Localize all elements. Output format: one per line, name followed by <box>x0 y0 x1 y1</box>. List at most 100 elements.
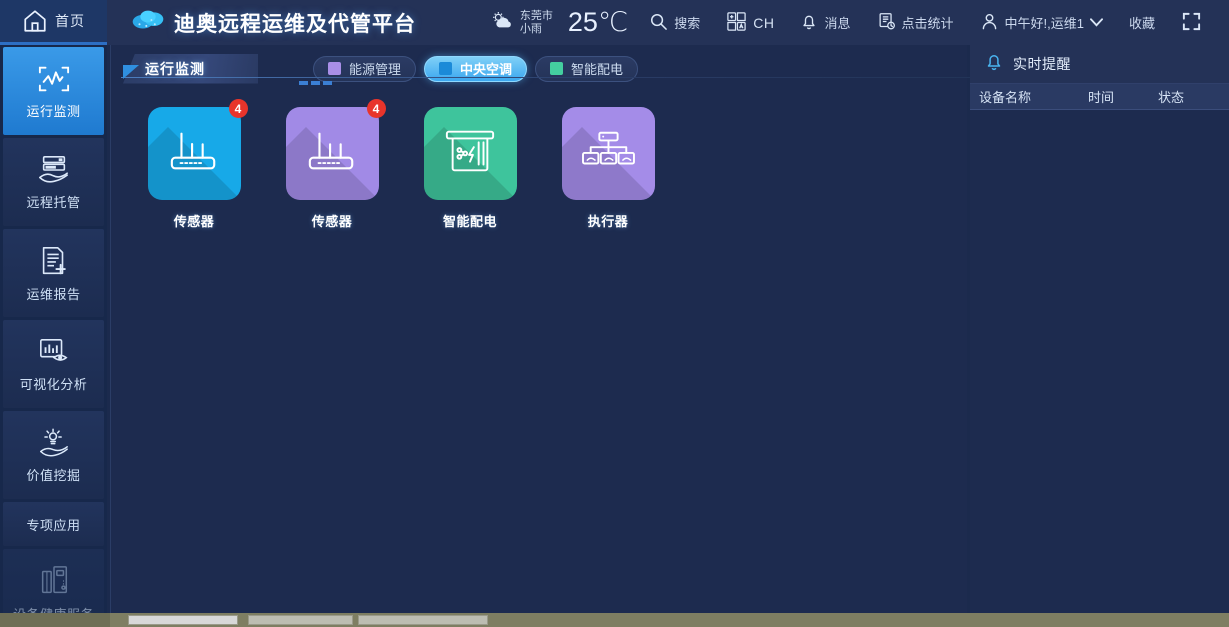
column-header-time: 时间 <box>1088 90 1115 105</box>
weather-widget[interactable]: 东莞市 小雨 <box>477 0 566 45</box>
hand-idea-icon <box>35 427 73 459</box>
alerts-table-body <box>970 110 1229 625</box>
sidebar-item-label: 远程托管 <box>26 194 81 210</box>
actuator-tree-icon <box>580 126 636 181</box>
device-badge: 4 <box>366 99 386 118</box>
cabinet-icon <box>37 564 71 598</box>
bottom-scrollbar[interactable] <box>0 613 1229 627</box>
sidebar-item-yuanchengtuoguan[interactable]: 远程托管 <box>3 138 104 226</box>
favorites-button[interactable]: 收藏 <box>1116 0 1168 45</box>
app-root: 首页 迪奥远程运维及代管平台 东莞市 小雨 25℃ 搜索 CH 消息 点击统计 … <box>0 0 1229 627</box>
device-tile[interactable] <box>561 107 655 200</box>
device-tile[interactable] <box>423 107 517 200</box>
device-card[interactable]: 4 传感器 <box>281 99 386 230</box>
router-sensor-icon <box>166 125 222 182</box>
device-badge: 4 <box>228 99 248 118</box>
sidebar-item-jiazhiwajue[interactable]: 价值挖掘 <box>3 411 104 499</box>
search-label: 搜索 <box>674 16 701 31</box>
breadcrumb-arrow-icon <box>123 65 139 79</box>
tab-label: 智能配电 <box>571 62 624 77</box>
bell-icon <box>984 51 1004 77</box>
page-title: 迪奥远程运维及代管平台 <box>174 12 416 36</box>
device-label: 传感器 <box>311 214 353 229</box>
device-tile[interactable]: 4 <box>147 99 248 200</box>
home-button[interactable]: 首页 <box>0 0 107 45</box>
search-button[interactable]: 搜索 <box>636 0 713 45</box>
sidebar-item-label: 运维报告 <box>26 286 81 302</box>
chevron-down-icon <box>1089 15 1103 30</box>
user-greeting: 中午好!,运维1 <box>1004 16 1084 31</box>
top-header: 首页 迪奥远程运维及代管平台 东莞市 小雨 25℃ 搜索 CH 消息 点击统计 … <box>0 0 1229 45</box>
main-content: 运行监测 能源管理 中央空调 智能配电 4 传感器 4 传感器 智能配电 执行器 <box>110 45 986 613</box>
sidebar-item-keshihuafenxi[interactable]: 可视化分析 <box>3 320 104 408</box>
language-switcher[interactable]: CH <box>713 0 787 45</box>
device-label: 智能配电 <box>442 214 497 229</box>
tab-label: 能源管理 <box>349 62 402 77</box>
scrollbar-thumb[interactable] <box>248 615 353 625</box>
weather-city: 东莞市 <box>519 9 553 22</box>
fullscreen-icon <box>1181 11 1202 35</box>
sidebar-item-label: 专项应用 <box>26 517 81 533</box>
swatch-icon <box>550 62 564 75</box>
user-icon <box>980 12 999 34</box>
scrollbar-thumb[interactable] <box>358 615 488 625</box>
breadcrumb-dash <box>311 81 320 85</box>
column-header-status: 状态 <box>1158 90 1185 105</box>
breadcrumb-underline <box>121 77 986 78</box>
sidebar-item-label: 运行监测 <box>26 103 81 119</box>
tab-label: 中央空调 <box>460 62 513 77</box>
device-label: 传感器 <box>173 214 215 229</box>
device-card[interactable]: 执行器 <box>557 107 659 230</box>
sun-behind-cloud-icon <box>490 10 514 35</box>
temperature-value: 25℃ <box>567 7 629 37</box>
sidebar-item-label: 可视化分析 <box>19 376 88 392</box>
swatch-icon <box>328 62 341 75</box>
fullscreen-button[interactable] <box>1168 0 1215 45</box>
alerts-panel-header: 实时提醒 <box>970 45 1229 84</box>
device-grid: 4 传感器 4 传感器 智能配电 执行器 <box>111 92 967 230</box>
column-header-device-name: 设备名称 <box>979 90 1032 105</box>
breadcrumb-label: 运行监测 <box>145 60 205 77</box>
scrollbar-track[interactable] <box>110 613 1229 627</box>
search-icon <box>649 12 668 34</box>
device-card[interactable]: 4 传感器 <box>143 99 248 230</box>
bottom-left-sliver <box>0 613 110 627</box>
weather-condition: 小雨 <box>519 22 542 35</box>
scrollbar-thumb[interactable] <box>128 615 238 625</box>
breadcrumb[interactable]: 运行监测 <box>123 53 258 84</box>
monitor-wave-icon <box>36 63 72 95</box>
user-menu[interactable]: 中午好!,运维1 <box>967 0 1116 45</box>
swatch-icon <box>439 62 453 75</box>
home-icon <box>22 8 48 34</box>
home-button-label: 首页 <box>55 13 85 29</box>
chart-eye-icon <box>36 336 72 368</box>
alerts-panel: 实时提醒 设备名称 时间 状态 <box>970 45 1229 627</box>
click-stats-button[interactable]: 点击统计 <box>864 0 967 45</box>
sidebar-item-yunxingjiance[interactable]: 运行监测 <box>3 47 104 135</box>
report-plus-icon <box>37 244 71 278</box>
router-sensor-icon <box>304 125 360 182</box>
translate-icon <box>726 11 747 35</box>
brand: 迪奥远程运维及代管平台 <box>131 8 416 38</box>
sidebar-item-label: 价值挖掘 <box>26 467 81 483</box>
breadcrumb-dash <box>299 81 308 85</box>
messages-label: 消息 <box>824 16 851 31</box>
cloud-icon <box>131 8 165 37</box>
power-cabinet-icon <box>442 124 498 183</box>
device-tile[interactable]: 4 <box>285 99 386 200</box>
content-toolbar: 运行监测 能源管理 中央空调 智能配电 <box>111 45 986 92</box>
click-stats-label: 点击统计 <box>901 16 954 31</box>
device-label: 执行器 <box>587 214 629 229</box>
sidebar: 运行监测 远程托管 运维报告 可视化分析 价值挖掘 专项应用 <box>0 45 107 627</box>
language-code: CH <box>753 14 775 31</box>
device-card[interactable]: 智能配电 <box>419 107 521 230</box>
messages-button[interactable]: 消息 <box>787 0 863 45</box>
bell-icon <box>800 12 818 34</box>
alerts-table-header: 设备名称 时间 状态 <box>970 84 1229 110</box>
breadcrumb-dash <box>323 81 332 85</box>
clipboard-clock-icon <box>877 11 896 34</box>
alerts-panel-title: 实时提醒 <box>1013 56 1071 72</box>
sidebar-item-yunweibaogao[interactable]: 运维报告 <box>3 229 104 317</box>
weather-text: 东莞市 小雨 <box>520 10 553 36</box>
sidebar-item-zhuanxiangyingyong[interactable]: 专项应用 <box>3 502 104 546</box>
